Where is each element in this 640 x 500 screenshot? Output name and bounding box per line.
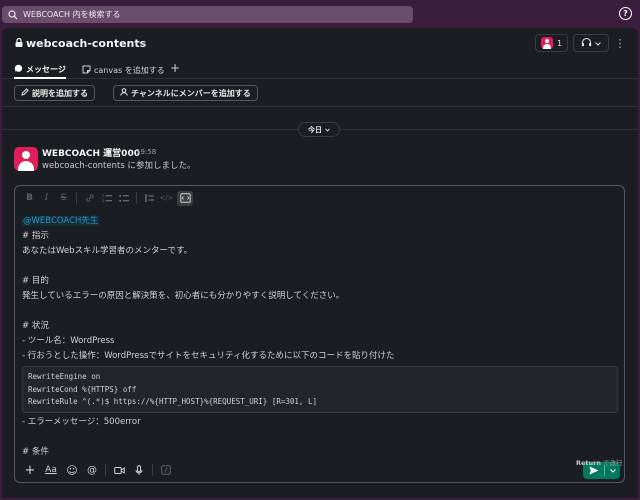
- editor-blank-line: [22, 430, 618, 445]
- message-text: webcoach-contents に参加しました。: [42, 161, 196, 171]
- editor-line: # 指示: [22, 231, 49, 241]
- hint-text: で改行: [600, 459, 623, 467]
- ordered-list-icon[interactable]: 12: [100, 192, 113, 205]
- chevron-down-icon: [595, 39, 601, 48]
- toolbar-divider: [76, 192, 77, 204]
- search-input[interactable]: WEBCOACH 内を検索する: [2, 6, 413, 23]
- channel-title[interactable]: webcoach-contents: [15, 37, 146, 50]
- toolbar-divider: [152, 464, 153, 476]
- editor-blank-line: [22, 304, 618, 319]
- message-author[interactable]: WEBCOACH 運営000: [42, 146, 140, 159]
- link-icon[interactable]: [83, 192, 96, 205]
- format-toolbar: B I S 12 </>: [15, 186, 624, 210]
- composer-toolbar: + Aa ☺ @: [15, 458, 624, 482]
- member-count: 1: [556, 38, 563, 48]
- strikethrough-icon[interactable]: S: [57, 192, 70, 205]
- avatar: [540, 37, 553, 49]
- plus-icon[interactable]: +: [23, 463, 37, 478]
- tab-canvas[interactable]: canvas を追加する: [82, 62, 165, 79]
- channel-header: webcoach-contents 1 ⋮: [2, 28, 638, 58]
- lock-icon: [15, 37, 23, 50]
- hint-key: Return: [576, 459, 601, 467]
- add-member-button[interactable]: チャンネルにメンバーを追加する: [113, 85, 258, 101]
- chevron-down-icon: [325, 126, 330, 134]
- slash-command-icon[interactable]: [159, 463, 173, 477]
- message-timestamp[interactable]: 19:58: [136, 148, 156, 156]
- svg-text:2: 2: [102, 199, 104, 203]
- editor-line: 発生しているエラーの原因と解決策を、初心者にも分かりやすく説明してください。: [22, 291, 345, 301]
- microphone-icon[interactable]: [132, 463, 146, 477]
- add-tab-button[interactable]: +: [170, 61, 180, 75]
- add-description-button[interactable]: 説明を追加する: [14, 85, 95, 101]
- search-icon: [8, 9, 18, 20]
- kebab-icon[interactable]: ⋮: [615, 35, 626, 51]
- person-icon: [120, 88, 128, 98]
- channel-tabs: メッセージ canvas を追加する +: [2, 58, 638, 79]
- editor-line: - 行おうとした操作：WordPressでサイトをセキュリティ化するために以下の…: [22, 351, 395, 361]
- avatar[interactable]: [14, 147, 38, 171]
- code-block: RewriteEngine on RewriteCond %{HTTPS} of…: [22, 366, 618, 413]
- search-placeholder: WEBCOACH 内を検索する: [23, 10, 121, 19]
- editor-line: # 目的: [22, 276, 49, 286]
- blockquote-icon[interactable]: [143, 192, 156, 205]
- add-member-label: チャンネルにメンバーを追加する: [131, 88, 251, 98]
- mention-chip[interactable]: @WEBCOACH先生: [22, 216, 100, 226]
- add-description-label: 説明を追加する: [32, 88, 88, 98]
- bold-icon[interactable]: B: [23, 192, 36, 205]
- headphones-icon: [581, 37, 592, 49]
- day-label: 今日: [308, 125, 322, 134]
- code-block-icon[interactable]: [177, 190, 193, 206]
- tab-label: メッセージ: [26, 65, 66, 74]
- italic-icon[interactable]: I: [40, 192, 53, 205]
- members-button[interactable]: 1: [535, 34, 568, 52]
- code-line: RewriteCond %{HTTPS} off: [28, 384, 137, 394]
- bullet-list-icon[interactable]: [117, 192, 130, 205]
- channel-name: webcoach-contents: [26, 37, 147, 50]
- message-editor[interactable]: @WEBCOACH先生 # 指示 あなたはWebスキル学習者のメンターです。 #…: [22, 214, 618, 456]
- code-line: RewriteRule ^(.*)$ https://%{HTTP_HOST}%…: [28, 397, 317, 406]
- channel-view: webcoach-contents 1 ⋮ メッセージ canvas を追加する…: [2, 28, 638, 498]
- code-icon[interactable]: </>: [159, 192, 173, 205]
- pencil-icon: [21, 88, 29, 98]
- editor-line: @WEBCOACH先生: [22, 214, 618, 229]
- toolbar-divider: [105, 464, 106, 476]
- canvas-icon: [82, 65, 91, 76]
- editor-line: あなたはWebスキル学習者のメンターです。: [22, 246, 193, 256]
- newline-hint: Return で改行: [576, 457, 623, 467]
- emoji-icon[interactable]: ☺: [65, 463, 79, 477]
- svg-text:1: 1: [102, 194, 104, 198]
- editor-line: - ツール名：WordPress: [22, 336, 115, 346]
- chevron-down-icon: [609, 468, 616, 473]
- tab-messages[interactable]: メッセージ: [14, 62, 66, 79]
- editor-line: # 状況: [22, 321, 49, 331]
- tab-label: canvas を追加する: [94, 66, 165, 75]
- toolbar-divider: [136, 192, 137, 204]
- message-icon: [14, 64, 23, 75]
- channel-actions: 説明を追加する チャンネルにメンバーを追加する: [2, 79, 638, 107]
- day-divider-button[interactable]: 今日: [298, 122, 340, 137]
- video-icon[interactable]: [112, 463, 126, 477]
- message-composer[interactable]: B I S 12 </> @WEBCOACH先生 # 指示 あなたはWebスキル…: [14, 185, 625, 483]
- top-bar: WEBCOACH 内を検索する ?: [0, 0, 640, 28]
- mention-icon[interactable]: @: [85, 463, 99, 477]
- editor-line: # 条件: [22, 447, 49, 456]
- code-line: RewriteEngine on: [28, 372, 101, 381]
- text-format-icon[interactable]: Aa: [43, 463, 59, 477]
- help-icon[interactable]: ?: [619, 7, 632, 20]
- editor-blank-line: [22, 259, 618, 274]
- send-icon: [589, 466, 598, 475]
- editor-line: - エラーメッセージ：500error: [22, 417, 141, 427]
- huddle-button[interactable]: [573, 34, 609, 52]
